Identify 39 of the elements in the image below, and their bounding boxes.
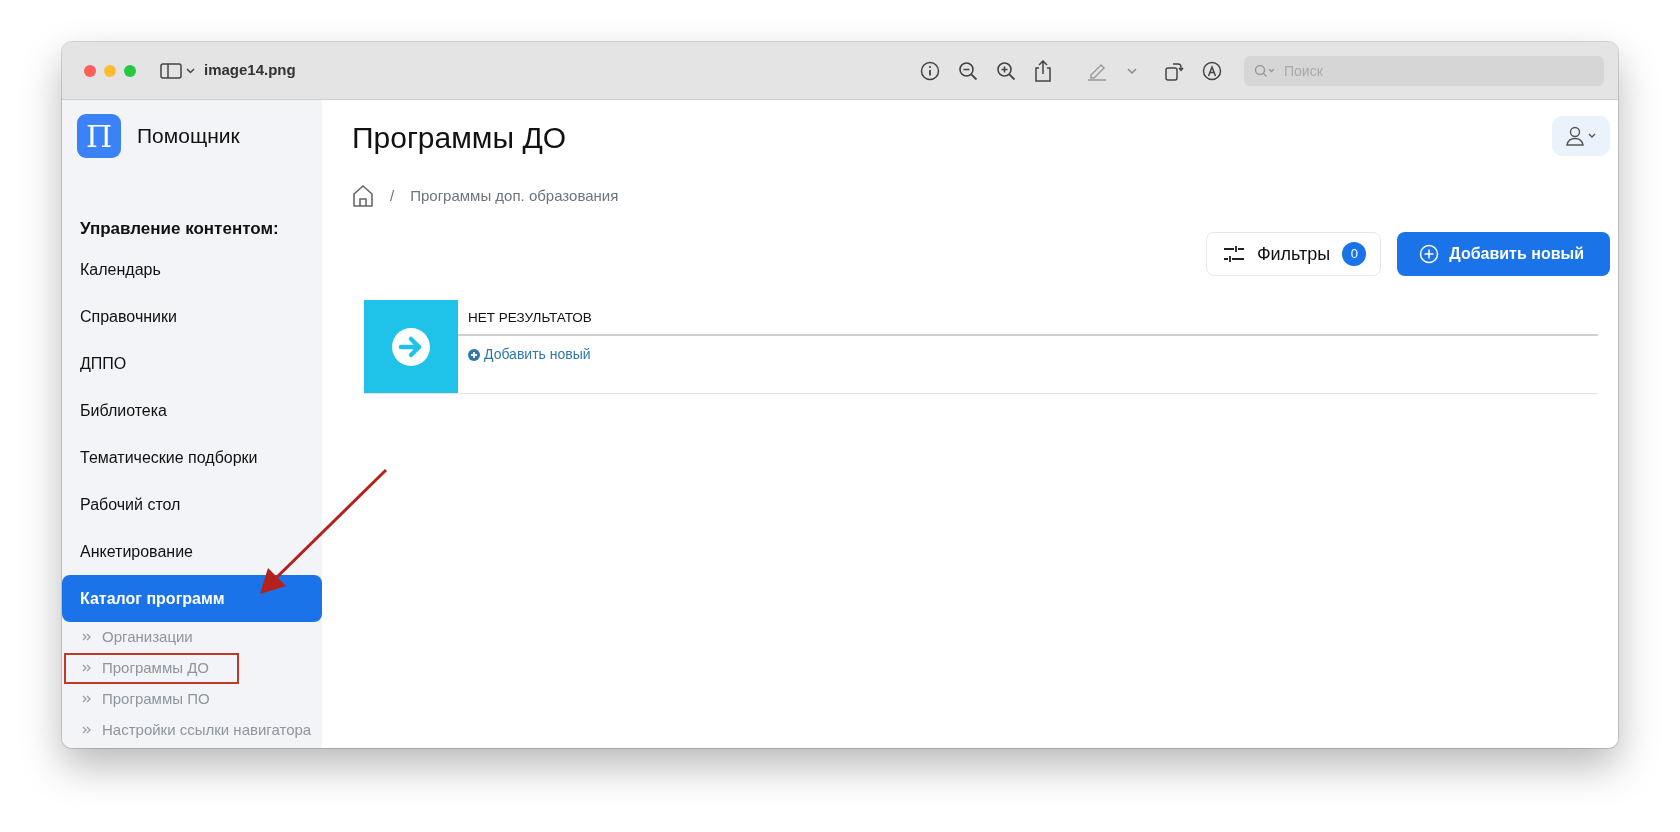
sidebar-item[interactable]: Каталог программ <box>62 574 322 622</box>
home-icon[interactable] <box>352 184 374 208</box>
double-chevron-icon <box>82 663 92 673</box>
double-chevron-icon <box>82 725 92 735</box>
filter-count: 0 <box>1342 242 1367 266</box>
sidebar-item[interactable]: ДППО <box>62 339 322 387</box>
breadcrumb-separator: / <box>390 185 395 206</box>
sidebar-item[interactable]: Тематические подборки <box>62 433 322 481</box>
sidebar-item[interactable]: Календарь <box>62 245 322 293</box>
page-title: Программы ДО <box>352 120 567 156</box>
sliders-icon <box>1222 245 1245 263</box>
share-icon[interactable] <box>1034 59 1052 82</box>
sidebar-toggle-icon[interactable] <box>160 61 196 80</box>
breadcrumb-item[interactable]: Программы доп. образования <box>410 184 619 208</box>
section-heading: Управление контентом: <box>79 218 280 240</box>
plus-circle-icon <box>1419 244 1440 264</box>
window-title: image14.png <box>204 60 296 81</box>
markup-icon[interactable] <box>1202 60 1222 81</box>
search-icon <box>1254 63 1276 78</box>
add-new-link[interactable]: Добавить новый <box>468 344 591 366</box>
plus-circle-icon <box>468 348 480 361</box>
user-icon <box>1564 125 1598 147</box>
sidebar-item[interactable]: Библиотека <box>62 386 322 434</box>
zoom-in-icon[interactable] <box>996 60 1016 81</box>
filters-button[interactable]: Фильтры 0 <box>1205 232 1382 276</box>
brand-name: Помощник <box>137 123 240 150</box>
sidebar-item[interactable]: Справочники <box>62 292 322 340</box>
user-menu-button[interactable] <box>1552 116 1610 156</box>
double-chevron-icon <box>82 694 92 704</box>
double-chevron-icon <box>82 632 92 642</box>
arrow-right-icon <box>391 326 431 367</box>
sidebar-item[interactable]: Рабочий стол <box>62 480 322 528</box>
info-icon[interactable] <box>920 60 940 81</box>
brand-logo: П <box>77 114 121 158</box>
no-results-heading: НЕТ РЕЗУЛЬТАТОВ <box>458 300 1598 337</box>
chevron-icon[interactable] <box>1126 66 1138 75</box>
sidebar-item[interactable]: Анкетирование <box>62 527 322 575</box>
add-new-button[interactable]: Добавить новый <box>1397 232 1610 276</box>
zoom-out-icon[interactable] <box>958 60 978 81</box>
